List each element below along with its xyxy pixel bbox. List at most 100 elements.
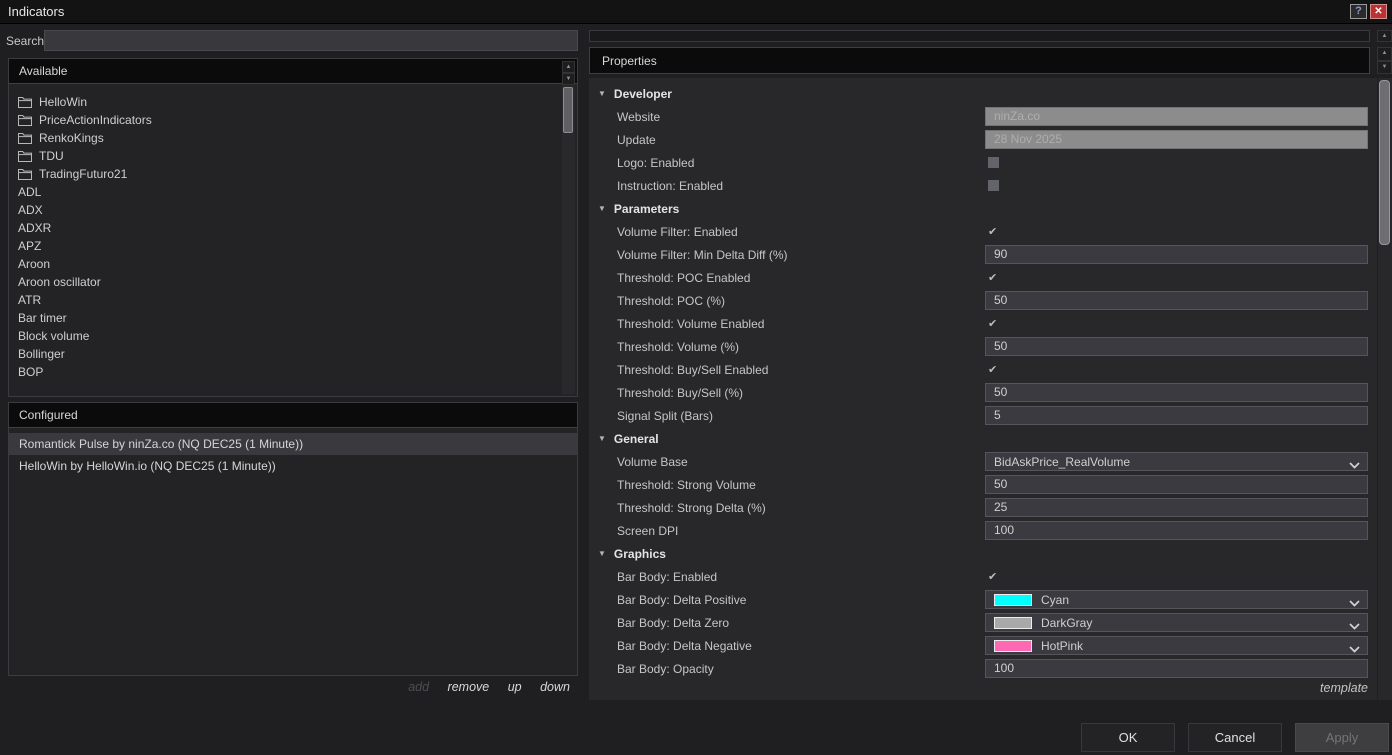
scroll-up-icon[interactable]: ▲	[1377, 30, 1392, 42]
properties-header-label: Properties	[602, 54, 657, 68]
available-panel: Available ▲ ▼ HelloWinPriceActionIndicat…	[8, 58, 578, 397]
property-value: 50	[985, 475, 1368, 494]
property-section-header[interactable]: ▼Developer	[589, 82, 1377, 105]
properties-scrollbar-thumb[interactable]	[1379, 80, 1390, 245]
scroll-up-icon[interactable]: ▲	[1377, 47, 1392, 61]
checkbox-checked-icon[interactable]: ✔	[988, 317, 997, 330]
section-collapse-icon[interactable]: ▼	[598, 434, 606, 443]
property-input[interactable]: 50	[985, 475, 1368, 494]
scroll-down-icon[interactable]: ▼	[1377, 61, 1392, 75]
property-label: Threshold: Volume Enabled	[589, 317, 764, 331]
available-folder-item[interactable]: RenkoKings	[9, 129, 562, 147]
remove-link[interactable]: remove	[448, 680, 490, 694]
available-indicator-item[interactable]: Block volume	[9, 327, 562, 345]
property-value	[985, 153, 1368, 172]
available-indicator-item[interactable]: ADL	[9, 183, 562, 201]
available-indicator-item[interactable]: Aroon	[9, 255, 562, 273]
available-indicator-item[interactable]: ATR	[9, 291, 562, 309]
property-input[interactable]: 90	[985, 245, 1368, 264]
property-label: Update	[589, 133, 656, 147]
cancel-button[interactable]: Cancel	[1188, 723, 1282, 752]
property-input[interactable]: 100	[985, 659, 1368, 678]
available-folder-item[interactable]: HelloWin	[9, 93, 562, 111]
property-section-header[interactable]: ▼Parameters	[589, 197, 1377, 220]
folder-icon	[18, 114, 32, 126]
property-value: ✔	[985, 314, 1368, 333]
property-value: 100	[985, 521, 1368, 540]
property-value: 50	[985, 291, 1368, 310]
property-input[interactable]: 25	[985, 498, 1368, 517]
available-scrollbar[interactable]	[562, 86, 575, 394]
property-input[interactable]: 50	[985, 383, 1368, 402]
chevron-down-icon	[1349, 642, 1360, 656]
folder-icon	[18, 96, 32, 108]
available-indicator-item[interactable]: Aroon oscillator	[9, 273, 562, 291]
available-folder-item[interactable]: PriceActionIndicators	[9, 111, 562, 129]
configured-item[interactable]: HelloWin by HelloWin.io (NQ DEC25 (1 Min…	[9, 455, 577, 477]
add-link: add	[408, 680, 429, 694]
search-input[interactable]	[44, 30, 578, 51]
checkbox-checked-icon[interactable]: ✔	[988, 225, 997, 238]
color-dropdown[interactable]: Cyan	[985, 590, 1368, 609]
available-scroll-arrows: ▲ ▼	[562, 61, 575, 82]
checkbox-checked-icon[interactable]: ✔	[988, 570, 997, 583]
property-value: 50	[985, 337, 1368, 356]
available-indicator-item[interactable]: APZ	[9, 237, 562, 255]
available-indicator-item[interactable]: ADXR	[9, 219, 562, 237]
property-label: Signal Split (Bars)	[589, 409, 713, 423]
available-indicator-item[interactable]: ADX	[9, 201, 562, 219]
available-indicator-item[interactable]: Bar timer	[9, 309, 562, 327]
property-dropdown[interactable]: BidAskPrice_RealVolume	[985, 452, 1368, 471]
available-indicator-label: BOP	[18, 365, 43, 379]
property-value: 50	[985, 383, 1368, 402]
color-dropdown[interactable]: DarkGray	[985, 613, 1368, 632]
property-section-header[interactable]: ▼ Graphics	[589, 542, 1377, 565]
up-link[interactable]: up	[508, 680, 522, 694]
available-folder-item[interactable]: TradingFuturo21	[9, 165, 562, 183]
property-row: Bar Body: Opacity 100	[589, 657, 1377, 680]
section-collapse-icon[interactable]: ▼	[598, 89, 606, 98]
property-label: Bar Body: Opacity	[589, 662, 714, 676]
checkbox-checked-icon[interactable]: ✔	[988, 363, 997, 376]
property-label: Threshold: Strong Volume	[589, 478, 756, 492]
color-swatch	[994, 617, 1032, 629]
color-dropdown[interactable]: HotPink	[985, 636, 1368, 655]
property-row: Bar Body: Enabled ✔	[589, 565, 1377, 588]
available-indicator-item[interactable]: BOP	[9, 363, 562, 381]
property-value: ninZa.co	[985, 107, 1368, 126]
property-label: Bar Body: Enabled	[589, 570, 717, 584]
property-label: Logo: Enabled	[589, 156, 694, 170]
property-label: Threshold: Strong Delta (%)	[589, 501, 766, 515]
color-name: HotPink	[1041, 639, 1083, 653]
section-title: General	[614, 432, 659, 446]
checkbox-checked-icon[interactable]: ✔	[988, 271, 997, 284]
help-icon[interactable]: ?	[1350, 4, 1367, 19]
template-link[interactable]: template	[589, 681, 1368, 695]
available-indicator-item[interactable]: Bollinger	[9, 345, 562, 363]
property-row: Instruction: Enabled	[589, 174, 1377, 197]
property-input[interactable]: 5	[985, 406, 1368, 425]
scroll-up-icon[interactable]: ▲	[562, 61, 575, 73]
property-label: Bar Body: Delta Positive	[589, 593, 746, 607]
down-link[interactable]: down	[540, 680, 570, 694]
property-input[interactable]: 100	[985, 521, 1368, 540]
checkbox-disabled	[988, 180, 999, 191]
property-section-header[interactable]: ▼ General	[589, 427, 1377, 450]
scroll-down-icon[interactable]: ▼	[562, 73, 575, 85]
close-icon[interactable]: ✕	[1370, 4, 1387, 19]
section-collapse-icon[interactable]: ▼	[598, 549, 606, 558]
properties-scrollbar[interactable]	[1378, 78, 1392, 700]
section-collapse-icon[interactable]: ▼	[598, 204, 606, 213]
ok-button[interactable]: OK	[1081, 723, 1175, 752]
property-input[interactable]: 50	[985, 337, 1368, 356]
section-title: Graphics	[614, 547, 666, 561]
available-folder-label: HelloWin	[39, 95, 87, 109]
available-folder-item[interactable]: TDU	[9, 147, 562, 165]
property-input[interactable]: 50	[985, 291, 1368, 310]
available-indicator-label: ADXR	[18, 221, 51, 235]
configured-item[interactable]: Romantick Pulse by ninZa.co (NQ DEC25 (1…	[9, 433, 577, 455]
property-label: Threshold: POC Enabled	[589, 271, 750, 285]
property-row: Bar Body: Delta Positive Cyan	[589, 588, 1377, 611]
available-scrollbar-thumb[interactable]	[563, 87, 573, 133]
configured-actions: add remove up down	[8, 680, 570, 694]
